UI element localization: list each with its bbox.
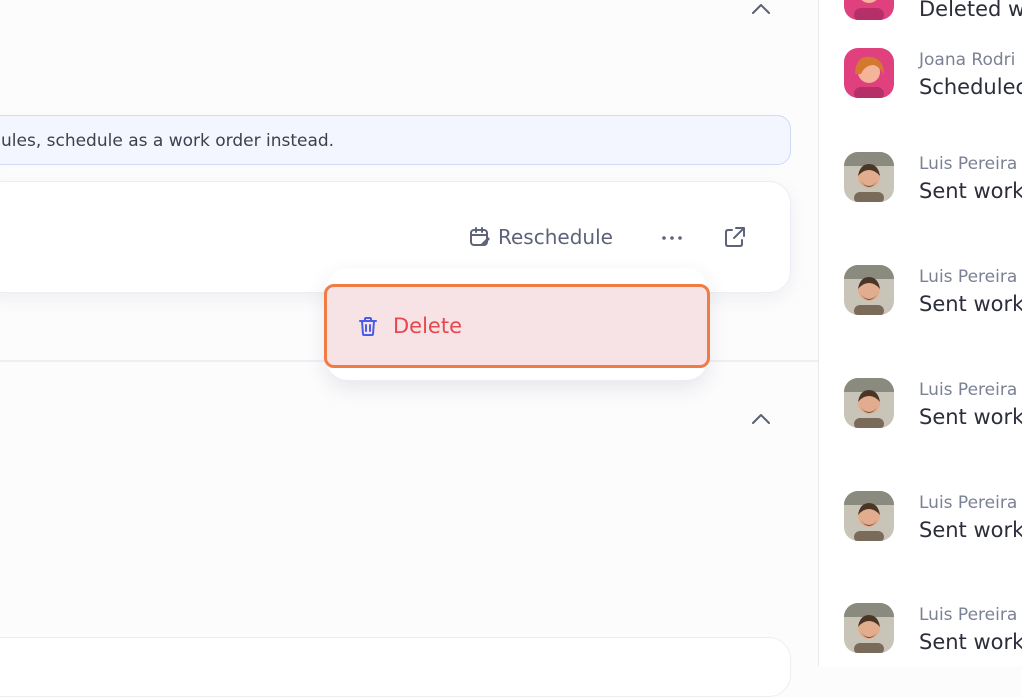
delete-label: Delete [393, 314, 462, 338]
avatar [844, 48, 894, 98]
activity-item: Luis Pereira Sent work [819, 378, 1022, 448]
activity-message: Sent work [919, 179, 1022, 203]
avatar [844, 152, 894, 202]
activity-sidebar: Deleted w Joana Rodri Schedulec Luis Per… [818, 0, 1022, 666]
avatar [844, 265, 894, 315]
reschedule-label: Reschedule [498, 225, 613, 249]
reschedule-button[interactable]: Reschedule [468, 222, 613, 252]
activity-item: Luis Pereira Sent work [819, 491, 1022, 561]
avatar [844, 603, 894, 653]
more-options-button[interactable] [657, 224, 687, 250]
avatar [844, 378, 894, 428]
open-external-button[interactable] [720, 222, 750, 252]
ellipsis-icon [662, 236, 682, 240]
chevron-up-icon[interactable] [749, 408, 773, 432]
activity-item: Luis Pereira Sent work [819, 152, 1022, 222]
calendar-edit-icon [470, 227, 490, 246]
activity-message: Sent work [919, 518, 1022, 542]
activity-item: Deleted w [819, 0, 1022, 40]
activity-message: Deleted w [919, 0, 1022, 21]
info-banner: ules, schedule as a work order instead. [0, 115, 791, 165]
activity-user-name: Luis Pereira [919, 267, 1018, 287]
avatar [844, 491, 894, 541]
activity-item: Joana Rodri Schedulec [819, 48, 1022, 118]
activity-message: Sent work [919, 292, 1022, 316]
activity-user-name: Luis Pereira [919, 154, 1018, 174]
delete-menu-item[interactable]: Delete [324, 284, 710, 368]
activity-item: Luis Pereira Sent work [819, 265, 1022, 335]
activity-user-name: Luis Pereira [919, 605, 1018, 625]
external-link-icon [725, 227, 745, 247]
activity-item: Luis Pereira Sent work [819, 603, 1022, 673]
activity-message: Sent work [919, 405, 1022, 429]
activity-user-name: Joana Rodri [919, 50, 1016, 70]
avatar [844, 0, 894, 20]
activity-user-name: Luis Pereira [919, 493, 1018, 513]
activity-user-name: Luis Pereira [919, 380, 1018, 400]
activity-message: Schedulec [919, 75, 1022, 99]
trash-icon [359, 317, 377, 336]
activity-message: Sent work [919, 630, 1022, 654]
chevron-up-icon[interactable] [749, 0, 773, 22]
work-order-card [0, 637, 791, 697]
